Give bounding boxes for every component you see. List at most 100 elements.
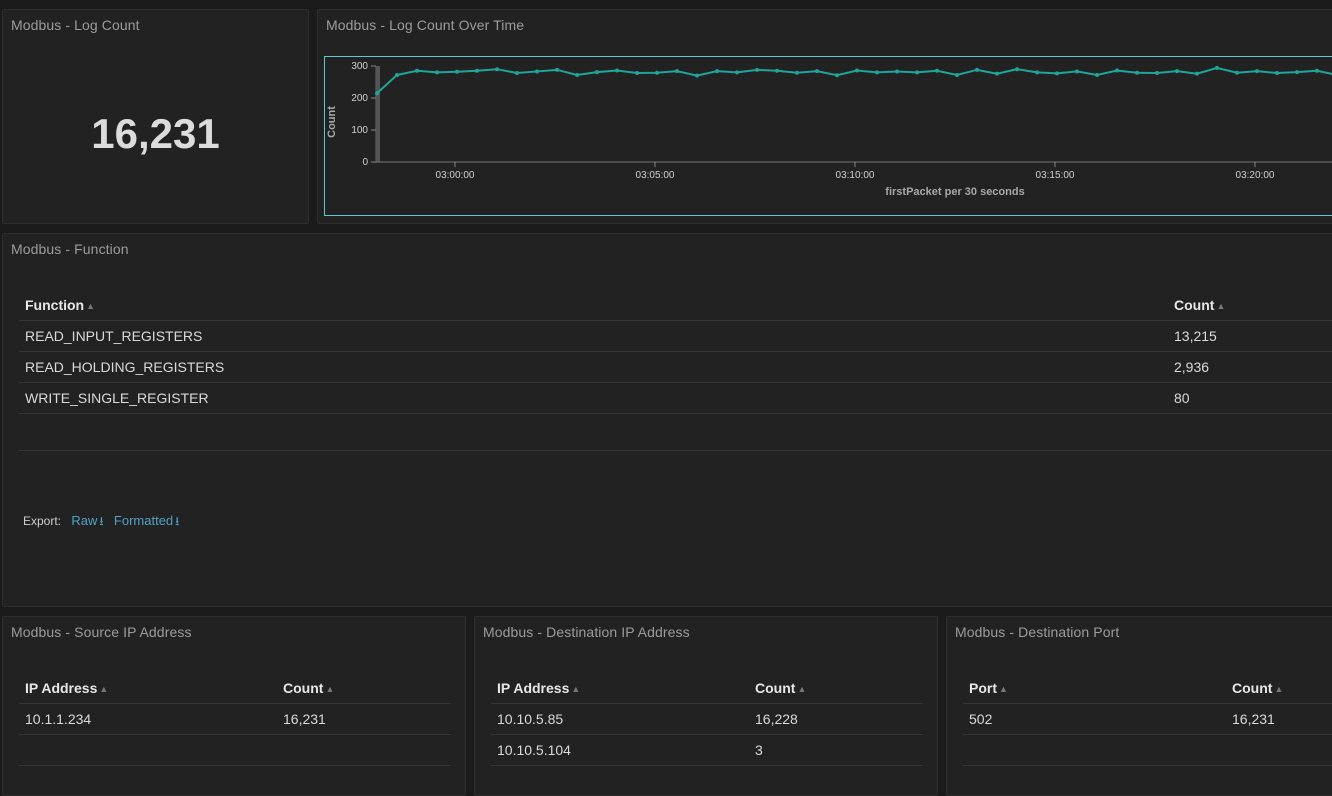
data-point — [455, 69, 459, 74]
data-point — [755, 67, 759, 72]
table-row-empty — [19, 734, 451, 766]
column-header-ip-address[interactable]: IP Address ▲︎ — [491, 673, 749, 704]
log-count-panel: Modbus - Log Count 16,231 — [2, 9, 309, 224]
cell-ip: 10.1.1.234 — [19, 703, 277, 735]
y-tick-label: 100 — [351, 125, 368, 136]
table-header-row: Function ▲︎ Count ▲︎ — [19, 290, 1332, 321]
export-formatted-link[interactable]: Formatted ⭳ — [114, 513, 179, 528]
panel-title: Modbus - Log Count Over Time — [326, 17, 525, 33]
y-tick-label: 200 — [351, 93, 368, 104]
data-point — [1255, 69, 1259, 74]
cell-count: 16,228 — [749, 703, 923, 735]
column-header-count[interactable]: Count ▲︎ — [277, 673, 451, 704]
column-header-port[interactable]: Port ▲︎ — [963, 673, 1226, 704]
table-row: 10.10.5.104 3 — [491, 734, 923, 766]
data-point — [1155, 71, 1159, 76]
column-header-count[interactable]: Count ▲︎ — [749, 673, 923, 704]
data-point — [735, 70, 739, 75]
data-point — [1175, 69, 1179, 74]
data-point — [375, 91, 379, 96]
column-header-count[interactable]: Count ▲︎ — [1168, 290, 1332, 321]
data-point — [935, 68, 939, 73]
table-row: 10.1.1.234 16,231 — [19, 703, 451, 735]
table-row: 10.10.5.85 16,228 — [491, 703, 923, 735]
sort-icon[interactable]: ▲︎ — [1274, 684, 1283, 694]
sort-icon[interactable]: ▲︎ — [86, 301, 95, 311]
cell-ip: 10.10.5.85 — [491, 703, 749, 735]
x-tick-label: 03:15:00 — [1036, 170, 1075, 181]
data-point — [675, 69, 679, 74]
data-point — [1195, 71, 1199, 76]
cell-function: READ_INPUT_REGISTERS — [19, 320, 1168, 352]
table-row: 502 16,231 — [963, 703, 1332, 735]
table-row-empty — [963, 734, 1332, 766]
data-point — [915, 70, 919, 75]
data-point — [1295, 70, 1299, 75]
source-ip-panel: Modbus - Source IP Address IP Address ▲︎ … — [2, 616, 466, 796]
data-point — [1135, 70, 1139, 75]
data-point — [1035, 70, 1039, 75]
data-point — [875, 70, 879, 75]
data-point — [995, 71, 999, 76]
x-tick-label: 03:05:00 — [636, 170, 675, 181]
cell-ip: 10.10.5.104 — [491, 734, 749, 766]
export-raw-link[interactable]: Raw ⭳ — [71, 513, 103, 528]
data-point — [695, 73, 699, 78]
data-point — [575, 72, 579, 77]
data-point — [1015, 67, 1019, 72]
series-line — [376, 66, 1332, 94]
data-point — [435, 70, 439, 75]
data-point — [855, 68, 859, 73]
y-tick-label: 0 — [362, 157, 368, 168]
sort-icon[interactable]: ▲︎ — [797, 684, 806, 694]
table-row: READ_INPUT_REGISTERS 13,215 — [19, 320, 1332, 352]
cell-count: 80 — [1168, 382, 1332, 414]
data-point — [955, 72, 959, 77]
export-bar: Export: Raw ⭳ Formatted ⭳ — [23, 512, 179, 533]
data-point — [495, 67, 499, 72]
data-point — [1075, 69, 1079, 74]
sort-icon[interactable]: ▲︎ — [571, 684, 580, 694]
data-point — [835, 73, 839, 78]
data-point — [635, 71, 639, 76]
sort-icon[interactable]: ▲︎ — [99, 684, 108, 694]
destination-port-table: Port ▲︎ Count ▲︎ 502 16,231 — [963, 673, 1332, 766]
column-header-function[interactable]: Function ▲︎ — [19, 290, 1168, 321]
table-row: READ_HOLDING_REGISTERS 2,936 — [19, 351, 1332, 383]
sort-icon[interactable]: ▲︎ — [325, 684, 334, 694]
data-point — [775, 68, 779, 73]
column-header-ip-address[interactable]: IP Address ▲︎ — [19, 673, 277, 704]
source-ip-table: IP Address ▲︎ Count ▲︎ 10.1.1.234 16,231 — [19, 673, 451, 766]
data-point — [535, 69, 539, 74]
data-point — [515, 71, 519, 76]
x-tick-label: 03:00:00 — [436, 170, 475, 181]
line-chart[interactable]: 0 100 200 300 03:00:00 03:05:00 03:10:00 03:15:… — [325, 57, 1332, 217]
data-point — [1055, 71, 1059, 76]
data-point — [975, 67, 979, 72]
sort-icon[interactable]: ▲︎ — [999, 684, 1008, 694]
sort-icon[interactable]: ▲︎ — [1216, 301, 1225, 311]
data-point — [395, 72, 399, 77]
data-point — [1095, 72, 1099, 77]
panel-title: Modbus - Function — [11, 241, 129, 257]
data-point — [655, 70, 659, 75]
data-point — [615, 68, 619, 73]
panel-title: Modbus - Destination IP Address — [483, 624, 690, 640]
panel-title: Modbus - Log Count — [11, 17, 140, 33]
cell-count: 3 — [749, 734, 923, 766]
table-header-row: Port ▲︎ Count ▲︎ — [963, 673, 1332, 704]
log-count-over-time-panel: Modbus - Log Count Over Time 0 100 200 300 0… — [317, 9, 1332, 224]
data-point — [1215, 65, 1219, 70]
table-row: WRITE_SINGLE_REGISTER 80 — [19, 382, 1332, 414]
data-point — [795, 70, 799, 75]
panel-title: Modbus - Destination Port — [955, 624, 1120, 640]
data-point — [815, 69, 819, 74]
data-point — [1315, 68, 1319, 73]
destination-ip-table: IP Address ▲︎ Count ▲︎ 10.10.5.85 16,228 1… — [491, 673, 923, 766]
cell-port: 502 — [963, 703, 1226, 735]
data-point — [475, 68, 479, 73]
column-header-count[interactable]: Count ▲︎ — [1226, 673, 1332, 704]
chart-frame: 0 100 200 300 03:00:00 03:05:00 03:10:00 03:15:… — [324, 56, 1332, 216]
data-point — [415, 68, 419, 73]
download-icon: ⭳ — [175, 514, 180, 528]
